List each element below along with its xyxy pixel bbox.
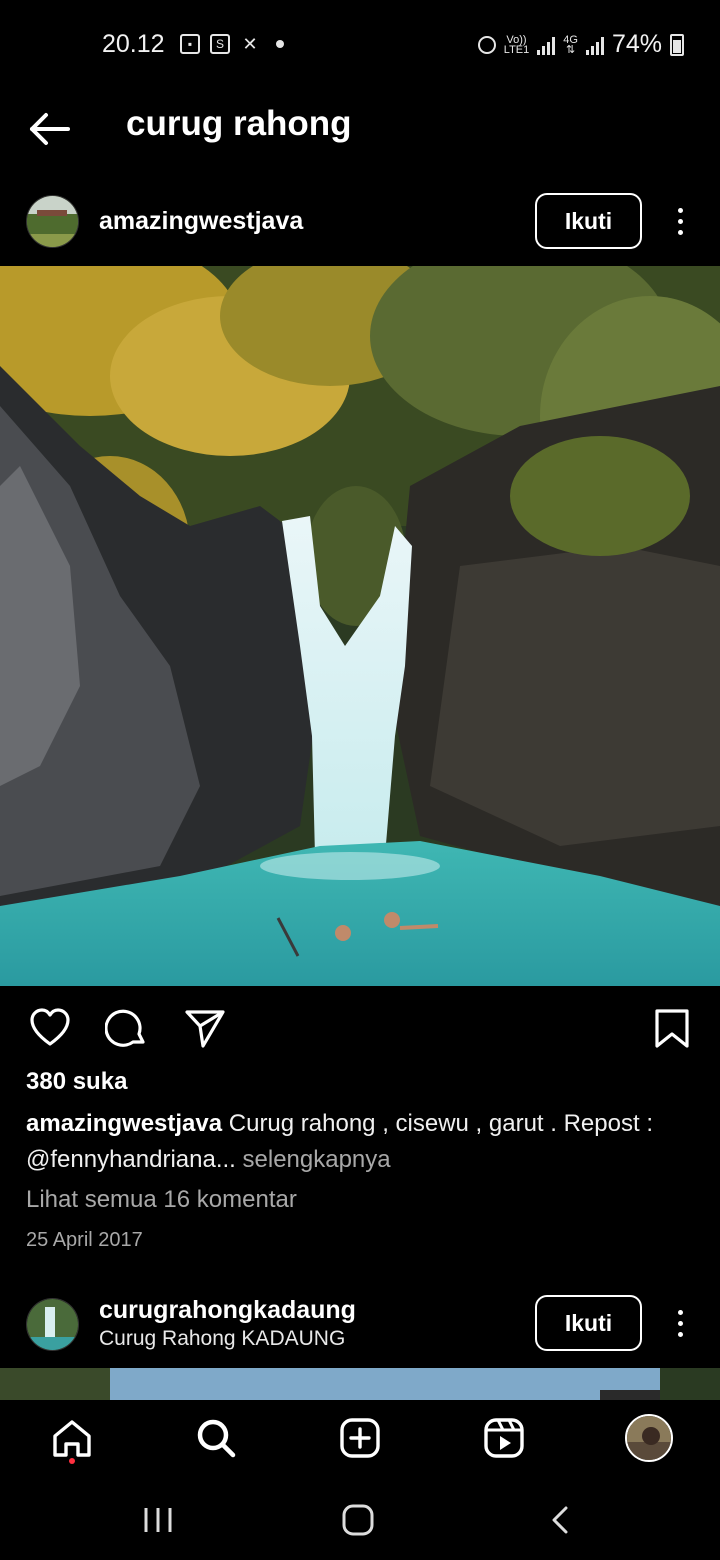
battery-icon xyxy=(670,33,684,56)
post-username[interactable]: amazingwestjava xyxy=(99,207,303,236)
shop-notification-icon: S xyxy=(210,34,230,54)
nav-search[interactable] xyxy=(194,1416,238,1460)
follow-button[interactable]: Ikuti xyxy=(535,193,642,249)
reels-icon xyxy=(484,1418,524,1458)
data-saver-icon xyxy=(477,35,496,54)
nav-reels[interactable] xyxy=(482,1416,526,1460)
chevron-left-icon xyxy=(552,1506,568,1534)
home-icon xyxy=(53,1420,91,1457)
search-header: curug rahong xyxy=(0,90,720,170)
dot xyxy=(677,1331,683,1337)
volte-indicator: Vo)) LTE1 xyxy=(503,33,530,56)
avatar[interactable] xyxy=(26,195,79,248)
post-caption: amazingwestjava Curug rahong , cisewu , … xyxy=(26,1106,696,1178)
paper-plane-icon xyxy=(185,1010,225,1048)
back-system-button[interactable] xyxy=(540,1500,580,1540)
follow-button[interactable]: Ikuti xyxy=(535,1295,642,1351)
view-all-comments-link[interactable]: Lihat semua 16 komentar xyxy=(26,1186,297,1214)
home-circle-icon xyxy=(342,1504,374,1536)
post-location[interactable]: Curug Rahong KADAUNG xyxy=(99,1327,345,1351)
nav-home[interactable] xyxy=(50,1416,94,1460)
home-system-button[interactable] xyxy=(338,1500,378,1540)
dot xyxy=(677,229,683,235)
more-options-button[interactable] xyxy=(668,201,692,241)
comment-bubble-icon xyxy=(104,1009,145,1047)
dot xyxy=(677,1320,683,1326)
avatar[interactable] xyxy=(26,1298,79,1351)
post-image[interactable] xyxy=(0,1368,720,1400)
4g-indicator: 4G ⇅ xyxy=(563,33,578,56)
page-title: curug rahong xyxy=(126,104,352,143)
system-navigation-bar xyxy=(0,1480,720,1560)
dot xyxy=(677,1309,683,1315)
post-date: 25 April 2017 xyxy=(26,1229,143,1251)
dot xyxy=(677,218,683,224)
dot xyxy=(677,207,683,213)
search-icon xyxy=(197,1419,236,1458)
see-more-link[interactable]: selengkapnya xyxy=(236,1146,391,1173)
save-button[interactable] xyxy=(650,1006,694,1050)
heart-icon xyxy=(30,1008,70,1046)
back-button[interactable] xyxy=(26,106,72,152)
likes-count[interactable]: 380 suka xyxy=(26,1068,127,1096)
status-bar: 20.12 ▪ S ✕ Vo)) LTE1 4G ⇅ 74% xyxy=(0,0,720,90)
share-button[interactable] xyxy=(183,1006,227,1050)
post-header: amazingwestjava Ikuti xyxy=(0,181,720,261)
status-right: Vo)) LTE1 4G ⇅ 74% xyxy=(477,30,684,59)
recent-apps-icon xyxy=(144,1508,172,1532)
signal-icon-2 xyxy=(585,35,604,55)
post-image[interactable] xyxy=(0,266,720,986)
signal-icon-1 xyxy=(537,35,556,55)
battery-percent: 74% xyxy=(611,30,662,58)
post-actions xyxy=(0,1000,720,1060)
nav-profile-avatar[interactable] xyxy=(625,1414,673,1462)
status-notification-icons: ▪ S ✕ xyxy=(180,34,284,54)
bookmark-icon xyxy=(655,1009,689,1048)
comment-button[interactable] xyxy=(104,1006,149,1050)
recent-apps-button[interactable] xyxy=(138,1500,178,1540)
post-header: curugrahongkadaung Curug Rahong KADAUNG … xyxy=(0,1284,720,1364)
app-notification-icon: ✕ xyxy=(242,34,258,54)
arrow-left-icon xyxy=(30,113,70,145)
bottom-navigation xyxy=(0,1400,720,1480)
more-notifications-dot-icon xyxy=(276,40,284,48)
gallery-notification-icon: ▪ xyxy=(180,34,200,54)
status-time: 20.12 xyxy=(102,30,165,58)
nav-create[interactable] xyxy=(338,1416,382,1460)
post-username[interactable]: curugrahongkadaung xyxy=(99,1296,356,1325)
caption-username[interactable]: amazingwestjava xyxy=(26,1110,222,1137)
like-button[interactable] xyxy=(28,1006,72,1050)
plus-square-icon xyxy=(340,1418,380,1458)
notification-dot xyxy=(69,1458,75,1464)
more-options-button[interactable] xyxy=(668,1303,692,1343)
